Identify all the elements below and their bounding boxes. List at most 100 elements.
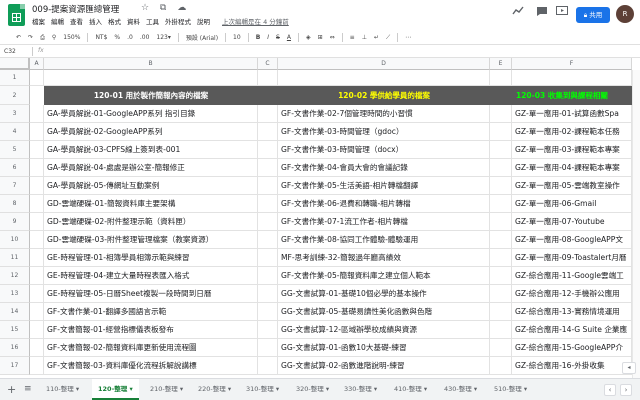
grid-cell[interactable] bbox=[258, 195, 278, 213]
grid-cell[interactable] bbox=[30, 177, 44, 195]
table-cell[interactable]: GF-文書作業-03-時間管理（gdoc） bbox=[278, 123, 490, 141]
more-tools-icon[interactable]: ⋯ bbox=[405, 34, 411, 41]
vertical-scrollbar[interactable] bbox=[632, 70, 640, 378]
strikethrough-button[interactable]: S bbox=[276, 34, 280, 41]
grid-cell[interactable] bbox=[490, 195, 512, 213]
grid-cell[interactable] bbox=[490, 249, 512, 267]
table-cell[interactable]: GF-文書作業-08-協同工作體驗-體驗運用 bbox=[278, 231, 490, 249]
grid-cell[interactable] bbox=[258, 213, 278, 231]
column-header[interactable]: A bbox=[30, 58, 44, 70]
table-cell[interactable]: GZ-單一應用-08-GoogleAPP文 bbox=[512, 231, 632, 249]
header-cell-d[interactable]: 120-02 學供給學員的檔案 bbox=[278, 86, 490, 105]
grid-cell[interactable] bbox=[490, 231, 512, 249]
table-cell[interactable]: GZ-單一應用-02-課程範本任務 bbox=[512, 123, 632, 141]
table-cell[interactable]: GZ-綜合應用-13-實務情境運用 bbox=[512, 303, 632, 321]
table-cell[interactable]: GD-雲端硬碟-02-附件整理示範（資料匣） bbox=[44, 213, 258, 231]
menu-tools[interactable]: 工具 bbox=[146, 16, 159, 26]
header-cell-e[interactable] bbox=[490, 86, 512, 105]
header-cell-c[interactable] bbox=[258, 86, 278, 105]
scroll-right-icon[interactable]: › bbox=[620, 384, 632, 396]
row-header[interactable]: 6 bbox=[0, 159, 30, 177]
menu-format[interactable]: 格式 bbox=[108, 16, 121, 26]
side-panel-toggle[interactable]: ◂ bbox=[622, 362, 636, 374]
grid-cell[interactable] bbox=[30, 141, 44, 159]
grid-cell[interactable] bbox=[490, 70, 512, 86]
menu-view[interactable]: 查看 bbox=[70, 16, 83, 26]
avatar[interactable]: R bbox=[616, 5, 634, 23]
table-cell[interactable]: GG-文書試算-12-區域辦學校成績與資源 bbox=[278, 321, 490, 339]
sheet-tab[interactable]: 430-整理 ▾ bbox=[444, 379, 477, 400]
sheet-tab[interactable]: 410-整理 ▾ bbox=[394, 379, 427, 400]
row-header[interactable]: 12 bbox=[0, 267, 30, 285]
zoom-select[interactable]: 150% bbox=[63, 34, 80, 41]
merge-icon[interactable]: ⇔ bbox=[330, 34, 335, 41]
grid-cell[interactable] bbox=[278, 70, 490, 86]
grid-cell[interactable] bbox=[258, 105, 278, 123]
table-cell[interactable]: GZ-單一應用-01-試算函數Spa bbox=[512, 105, 632, 123]
present-icon[interactable] bbox=[556, 6, 568, 19]
wrap-icon[interactable]: ↵ bbox=[374, 34, 379, 41]
select-all-corner[interactable] bbox=[0, 58, 30, 70]
row-header[interactable]: 2 bbox=[0, 86, 30, 105]
chevron-down-icon[interactable]: ▾ bbox=[274, 385, 279, 393]
last-edit-link[interactable]: 上次編輯是在 4 分鐘前 bbox=[222, 16, 289, 26]
table-cell[interactable]: GF-文書簡報-02-簡報資料庫更新使用流程圖 bbox=[44, 339, 258, 357]
table-cell[interactable]: GD-雲端硬碟-01-簡報資料庫主要架構 bbox=[44, 195, 258, 213]
grid-cell[interactable] bbox=[512, 70, 632, 86]
chevron-down-icon[interactable]: ▾ bbox=[522, 385, 527, 393]
table-cell[interactable]: GG-文書試算-01-函數10大基礎-練習 bbox=[278, 339, 490, 357]
chevron-down-icon[interactable]: ▾ bbox=[472, 385, 477, 393]
table-cell[interactable]: GF-文書作業-02-7個管理時間的小習慣 bbox=[278, 105, 490, 123]
table-cell[interactable]: GG-文書試算-01-基礎10個必學的基本操作 bbox=[278, 285, 490, 303]
fill-color-icon[interactable]: ◈ bbox=[306, 34, 311, 41]
grid-cell[interactable] bbox=[490, 267, 512, 285]
sheet-tab[interactable]: 310-整理 ▾ bbox=[246, 379, 279, 400]
table-cell[interactable]: GF-文書作業-05-簡報資料庫之建立個人範本 bbox=[278, 267, 490, 285]
more-formats-select[interactable]: 123▾ bbox=[156, 34, 170, 41]
column-header[interactable]: C bbox=[258, 58, 278, 70]
row-header[interactable]: 9 bbox=[0, 213, 30, 231]
paint-format-icon[interactable]: ⚲ bbox=[52, 34, 56, 41]
grid-cell[interactable] bbox=[490, 357, 512, 375]
table-cell[interactable]: GA-學員解說-04-處處是辦公室-簡報修正 bbox=[44, 159, 258, 177]
row-header[interactable]: 4 bbox=[0, 123, 30, 141]
sheet-tab[interactable]: 120-整理 ▾ bbox=[92, 379, 139, 400]
grid-cell[interactable] bbox=[258, 123, 278, 141]
grid-cell[interactable] bbox=[258, 159, 278, 177]
grid-cell[interactable] bbox=[258, 321, 278, 339]
grid-cell[interactable] bbox=[490, 303, 512, 321]
grid-cell[interactable] bbox=[30, 70, 44, 86]
chevron-down-icon[interactable]: ▾ bbox=[324, 385, 329, 393]
currency-button[interactable]: NT$ bbox=[95, 34, 107, 41]
chevron-down-icon[interactable]: ▾ bbox=[74, 385, 79, 393]
menu-help[interactable]: 說明 bbox=[197, 16, 210, 26]
table-cell[interactable]: GG-文書試算-02-函數進階說明-練習 bbox=[278, 357, 490, 375]
grid-cell[interactable] bbox=[258, 303, 278, 321]
table-cell[interactable]: GZ-單一應用-07-Youtube bbox=[512, 213, 632, 231]
grid-cell[interactable] bbox=[490, 159, 512, 177]
table-cell[interactable]: GA-學員解說-02-GoogleAPP系列 bbox=[44, 123, 258, 141]
table-cell[interactable]: GA-學員解說-01-GoogleAPP系列 指引目錄 bbox=[44, 105, 258, 123]
sheet-tab[interactable]: 330-整理 ▾ bbox=[344, 379, 377, 400]
menu-addons[interactable]: 外掛程式 bbox=[165, 16, 191, 26]
table-cell[interactable]: GZ-單一應用-04-課程範本專案 bbox=[512, 159, 632, 177]
row-header[interactable]: 8 bbox=[0, 195, 30, 213]
table-cell[interactable]: GZ-綜合應用-12-手機辦公應用 bbox=[512, 285, 632, 303]
sheet-tab[interactable]: 210-整理 ▾ bbox=[150, 379, 183, 400]
table-cell[interactable]: GF-文書作業-05-生活美語-相片轉檔翻譯 bbox=[278, 177, 490, 195]
row-header[interactable]: 16 bbox=[0, 339, 30, 357]
text-color-button[interactable]: A bbox=[287, 34, 291, 41]
row-header[interactable]: 14 bbox=[0, 303, 30, 321]
grid-cell[interactable] bbox=[30, 321, 44, 339]
row-header[interactable]: 11 bbox=[0, 249, 30, 267]
bold-button[interactable]: B bbox=[256, 34, 261, 41]
rotate-icon[interactable]: ⟋ bbox=[386, 34, 390, 42]
grid-cell[interactable] bbox=[30, 285, 44, 303]
table-cell[interactable]: GZ-單一應用-06-Gmail bbox=[512, 195, 632, 213]
grid-cell[interactable] bbox=[30, 339, 44, 357]
table-cell[interactable]: GA-學員解說-03-CPFS線上簽到表-001 bbox=[44, 141, 258, 159]
grid-cell[interactable] bbox=[490, 285, 512, 303]
table-cell[interactable]: GF-文書簡報-03-資料庫優化流程拆解說講標 bbox=[44, 357, 258, 375]
table-cell[interactable]: GF-文書作業-07-1流工作者-相片轉檔 bbox=[278, 213, 490, 231]
table-cell[interactable]: GE-時程管理-04-建立大量時程表匯入格式 bbox=[44, 267, 258, 285]
